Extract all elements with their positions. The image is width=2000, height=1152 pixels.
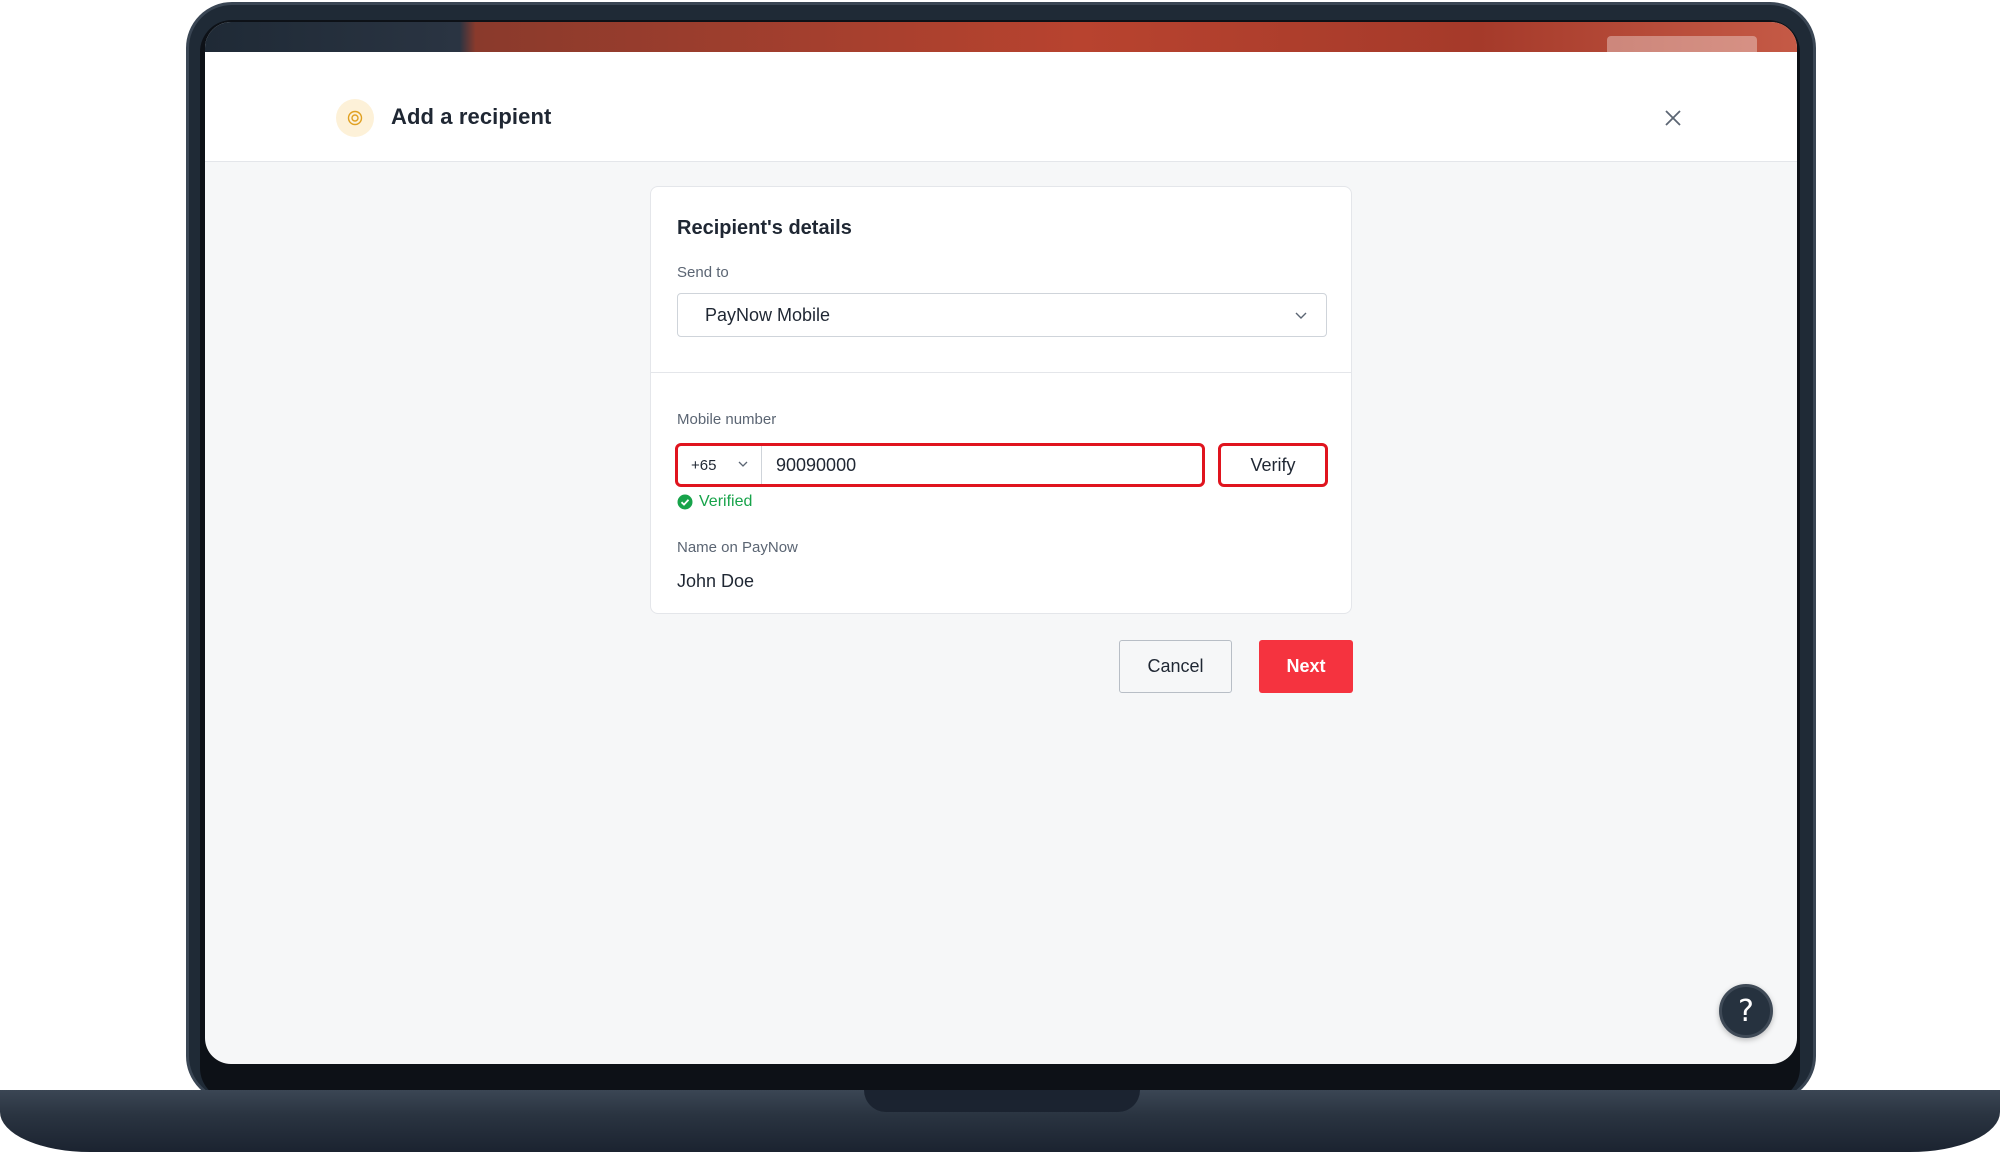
- chevron-down-icon: [738, 461, 748, 467]
- mobile-number-label: Mobile number: [677, 411, 777, 428]
- name-on-paynow-value: John Doe: [677, 571, 755, 591]
- screen: Add a recipient Recipient's details Send…: [205, 22, 1797, 1064]
- verified-text: Verified: [699, 493, 753, 510]
- cancel-button[interactable]: Cancel: [1119, 640, 1232, 693]
- background-page-strip: [205, 22, 1797, 58]
- send-to-label: Send to: [677, 264, 729, 281]
- close-icon: [1665, 110, 1681, 126]
- country-code-value: +65: [691, 456, 717, 474]
- next-button[interactable]: Next: [1259, 640, 1353, 693]
- help-button[interactable]: ?: [1719, 984, 1773, 1038]
- country-code-select[interactable]: +65: [678, 446, 762, 484]
- mobile-number-input[interactable]: [762, 446, 1202, 484]
- recipient-target-icon: [336, 99, 374, 137]
- recipient-details-card: Recipient's details Send to PayNow Mobil…: [650, 186, 1352, 614]
- close-button[interactable]: [1659, 104, 1687, 132]
- name-on-paynow-label: Name on PayNow: [677, 539, 798, 556]
- divider: [651, 372, 1351, 373]
- send-to-select[interactable]: PayNow Mobile: [677, 293, 1327, 337]
- page-title: Add a recipient: [391, 104, 552, 129]
- section-title: Recipient's details: [677, 217, 852, 239]
- laptop-notch: [864, 1090, 1140, 1112]
- verify-button[interactable]: Verify: [1218, 443, 1328, 487]
- chevron-down-icon: [1295, 312, 1307, 319]
- mobile-number-field: +65: [675, 443, 1205, 487]
- modal-header: Add a recipient: [205, 52, 1797, 162]
- help-icon: ?: [1738, 993, 1754, 1029]
- check-circle-icon: [677, 494, 693, 510]
- verified-status: Verified: [677, 493, 752, 511]
- send-to-selected-value: PayNow Mobile: [705, 304, 831, 325]
